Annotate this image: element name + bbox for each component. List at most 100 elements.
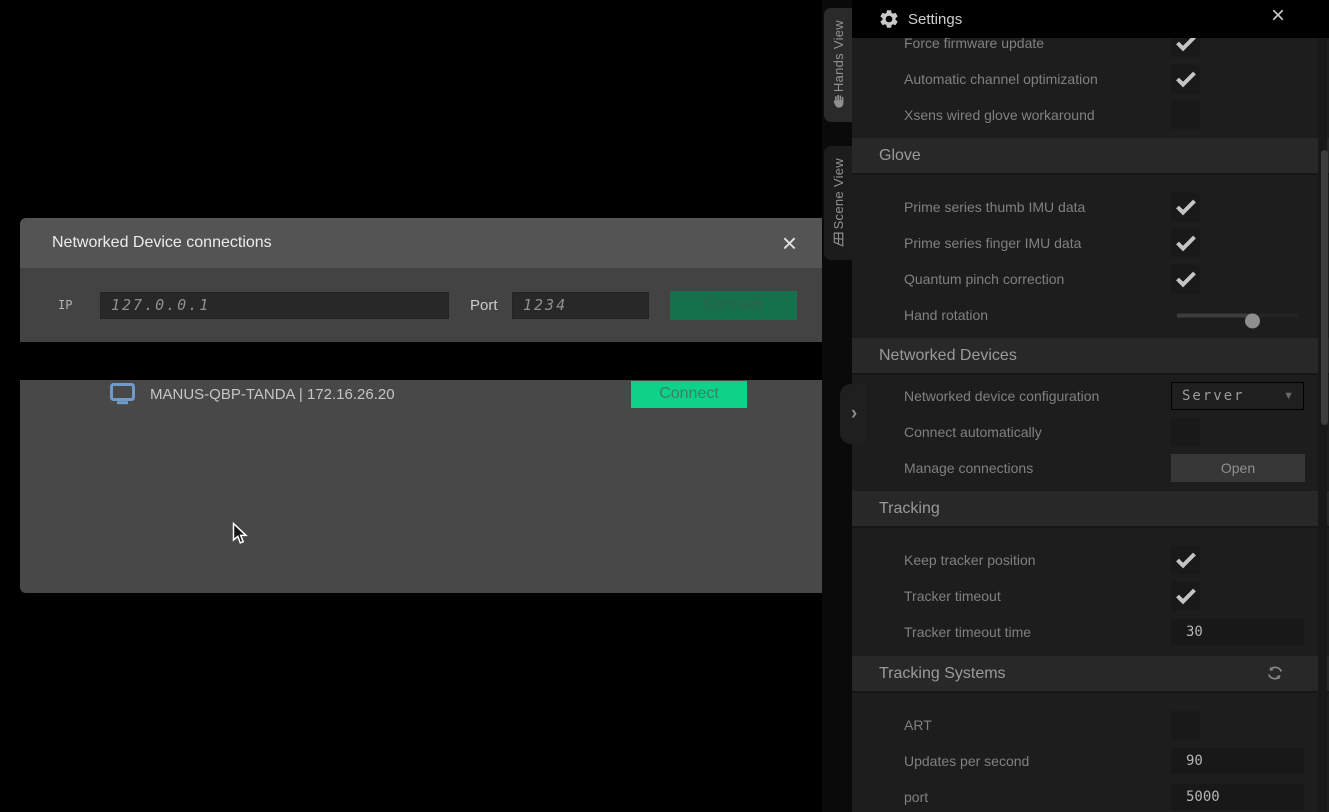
- hand-rotation-slider[interactable]: [1177, 308, 1298, 323]
- row-label: Updates per second: [904, 753, 1029, 769]
- dialog-connect-bar: IP Port Connect: [20, 268, 833, 342]
- section-networked-devices-rows: Networked device configuration Server ▼ …: [852, 375, 1329, 486]
- settings-row: port: [852, 779, 1329, 812]
- row-label: Tracker timeout: [904, 588, 1001, 604]
- refresh-icon[interactable]: [1265, 663, 1285, 683]
- slider-fill: [1177, 314, 1252, 318]
- settings-row: Prime series thumb IMU data: [852, 189, 1329, 225]
- settings-row: Tracker timeout time: [852, 614, 1329, 650]
- section-title: Tracking Systems: [879, 665, 1006, 683]
- close-icon[interactable]: ×: [1271, 4, 1285, 28]
- row-label: Prime series finger IMU data: [904, 235, 1081, 251]
- settings-row: Tracker timeout: [852, 578, 1329, 614]
- mouse-cursor: [232, 522, 249, 546]
- section-title: Glove: [879, 147, 921, 165]
- device-row[interactable]: MANUS-QBP-TANDA | 172.16.26.20 Connect: [110, 380, 747, 408]
- tab-scene-view[interactable]: Scene View: [824, 146, 852, 260]
- section-header-tracking-systems: Tracking Systems: [852, 656, 1329, 693]
- row-label: Quantum pinch correction: [904, 271, 1064, 287]
- settings-panel: Force firmware update Automatic channel …: [852, 0, 1329, 812]
- app-window: Networked Device connections × IP Port C…: [0, 0, 1329, 812]
- settings-row: Xsens wired glove workaround: [852, 97, 1329, 133]
- checkbox[interactable]: [1171, 265, 1200, 294]
- row-label: Manage connections: [904, 460, 1033, 476]
- row-label: port: [904, 789, 928, 805]
- section-tracking-rows: Keep tracker position Tracker timeout Tr…: [852, 528, 1329, 650]
- settings-row: ART: [852, 707, 1329, 743]
- device-connect-button[interactable]: Connect: [631, 381, 747, 408]
- device-name: MANUS-QBP-TANDA | 172.16.26.20: [150, 386, 631, 403]
- settings-row: Networked device configuration Server ▼: [852, 378, 1329, 414]
- settings-content: Force firmware update Automatic channel …: [852, 0, 1329, 812]
- tab-label: Scene View: [831, 158, 846, 229]
- dialog-title: Networked Device connections: [52, 234, 272, 252]
- section-title: Networked Devices: [879, 347, 1017, 365]
- row-label: ART: [904, 717, 932, 733]
- check-icon: [1175, 199, 1197, 216]
- settings-row: Prime series finger IMU data: [852, 225, 1329, 261]
- gear-icon: [878, 8, 900, 30]
- network-config-dropdown[interactable]: Server ▼: [1171, 382, 1304, 410]
- section-header-glove: Glove: [852, 138, 1329, 175]
- section-header-tracking: Tracking: [852, 491, 1329, 528]
- settings-row: Keep tracker position: [852, 542, 1329, 578]
- section-tracking-systems-rows: ART Updates per second port: [852, 693, 1329, 812]
- check-icon: [1175, 235, 1197, 252]
- settings-row: Connect automatically: [852, 414, 1329, 450]
- row-label: Keep tracker position: [904, 552, 1036, 568]
- checkbox[interactable]: [1171, 546, 1200, 575]
- tab-label: Hands View: [831, 20, 846, 92]
- checkbox[interactable]: [1171, 582, 1200, 611]
- connect-button[interactable]: Connect: [670, 291, 797, 320]
- row-label: Tracker timeout time: [904, 624, 1031, 640]
- row-label: Automatic channel optimization: [904, 71, 1098, 87]
- settings-row: Manage connections Open: [852, 450, 1329, 486]
- caret-down-icon: ▼: [1283, 390, 1294, 402]
- monitor-icon: [110, 383, 135, 405]
- open-connections-button[interactable]: Open: [1171, 454, 1305, 482]
- checkbox[interactable]: [1171, 229, 1200, 258]
- close-icon[interactable]: ×: [782, 230, 797, 256]
- settings-row: Automatic channel optimization: [852, 61, 1329, 97]
- ip-input[interactable]: [100, 292, 449, 319]
- ip-label: IP: [58, 298, 72, 312]
- hand-icon: [830, 93, 847, 110]
- tracker-timeout-time-input[interactable]: [1171, 619, 1304, 645]
- checkbox[interactable]: [1171, 418, 1200, 447]
- checkbox[interactable]: [1171, 65, 1200, 94]
- section-header-networked-devices: Networked Devices: [852, 338, 1329, 375]
- settings-row: Updates per second: [852, 743, 1329, 779]
- row-label: Networked device configuration: [904, 388, 1099, 404]
- check-icon: [1175, 552, 1197, 569]
- dialog-device-list: MANUS-QBP-TANDA | 172.16.26.20 Connect: [20, 380, 833, 593]
- row-label: Prime series thumb IMU data: [904, 199, 1085, 215]
- row-label: Hand rotation: [904, 307, 988, 323]
- settings-row: Quantum pinch correction: [852, 261, 1329, 297]
- port-number-input[interactable]: [1171, 784, 1304, 810]
- port-label: Port: [470, 297, 498, 314]
- settings-header: Settings ×: [852, 0, 1329, 38]
- row-label: Xsens wired glove workaround: [904, 107, 1095, 123]
- check-icon: [1175, 271, 1197, 288]
- settings-collapse-handle[interactable]: ›: [840, 384, 866, 444]
- checkbox[interactable]: [1171, 711, 1200, 740]
- scrollbar-thumb[interactable]: [1321, 150, 1328, 425]
- dialog-header: Networked Device connections ×: [20, 218, 833, 268]
- checkbox[interactable]: [1171, 193, 1200, 222]
- settings-row: Hand rotation: [852, 297, 1329, 333]
- section-title: Tracking: [879, 500, 940, 518]
- networked-device-connections-dialog: Networked Device connections × IP Port C…: [20, 218, 833, 593]
- check-icon: [1175, 71, 1197, 88]
- updates-per-second-input[interactable]: [1171, 748, 1304, 774]
- check-icon: [1175, 588, 1197, 605]
- dropdown-value: Server: [1182, 388, 1245, 404]
- tab-hands-view[interactable]: Hands View: [824, 8, 852, 122]
- checkbox[interactable]: [1171, 101, 1200, 130]
- slider-thumb[interactable]: [1245, 314, 1260, 329]
- chevron-right-icon: ›: [851, 403, 857, 425]
- section-glove-rows: Prime series thumb IMU data Prime series…: [852, 175, 1329, 333]
- row-label: Connect automatically: [904, 424, 1042, 440]
- scene-grid-icon: [830, 231, 847, 248]
- settings-title: Settings: [908, 11, 962, 28]
- port-input[interactable]: [512, 292, 649, 319]
